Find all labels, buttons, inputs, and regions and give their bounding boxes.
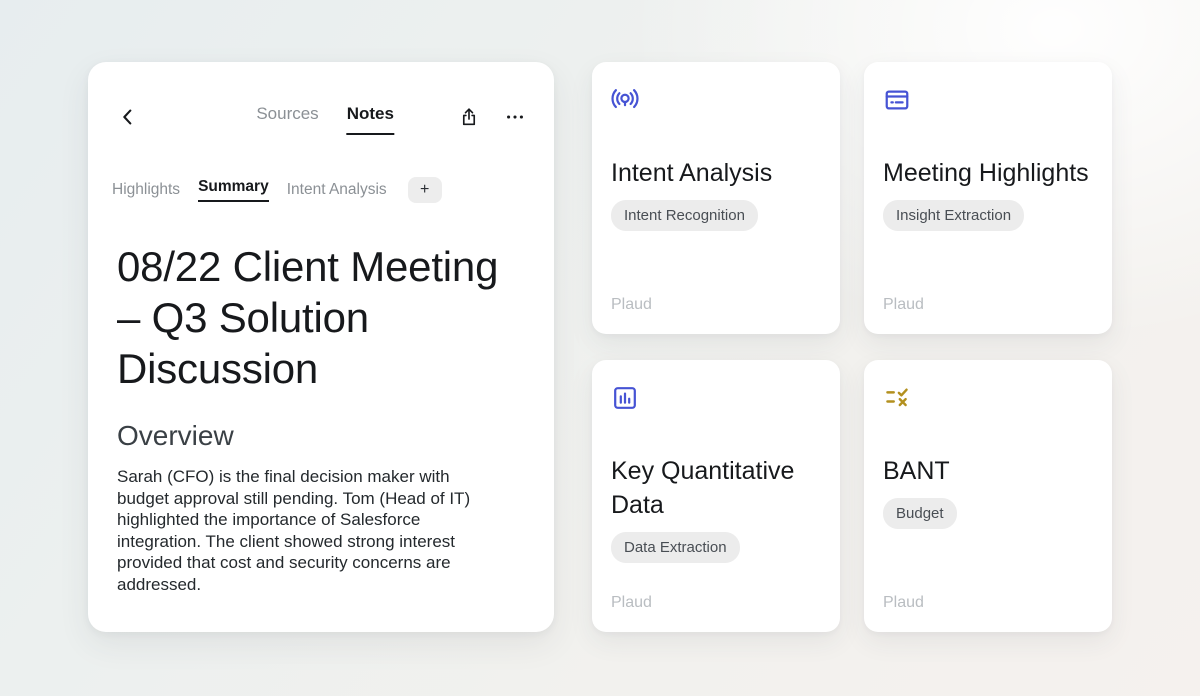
card-source-label: Plaud <box>883 296 924 314</box>
card-badge: Intent Recognition <box>611 200 758 231</box>
section-heading-overview: Overview <box>117 420 524 452</box>
card-title: Key Quantitative Data <box>611 454 820 522</box>
card-meeting-highlights[interactable]: Meeting Highlights Insight Extraction Pl… <box>864 62 1112 334</box>
card-badge: Insight Extraction <box>883 200 1024 231</box>
card-title: BANT <box>883 454 950 488</box>
card-title: Intent Analysis <box>611 156 772 190</box>
back-button[interactable] <box>114 103 142 131</box>
card-source-label: Plaud <box>611 296 652 314</box>
card-bant[interactable]: BANT Budget Plaud <box>864 360 1112 632</box>
tab-highlights[interactable]: Highlights <box>112 181 180 199</box>
list-window-icon <box>883 86 911 114</box>
top-tab-bar: Sources Notes <box>256 104 394 135</box>
card-badge: Budget <box>883 498 957 529</box>
card-source-label: Plaud <box>611 594 652 612</box>
template-card-grid: Intent Analysis Intent Recognition Plaud… <box>592 62 1112 632</box>
note-panel-header: Sources Notes <box>118 104 524 130</box>
card-badge: Data Extraction <box>611 532 740 563</box>
card-title: Meeting Highlights <box>883 156 1089 190</box>
note-body-text: Sarah (CFO) is the final decision maker … <box>117 466 495 595</box>
note-tab-bar: Highlights Summary Intent Analysis + <box>112 177 530 203</box>
tab-sources[interactable]: Sources <box>256 104 318 124</box>
card-intent-analysis[interactable]: Intent Analysis Intent Recognition Plaud <box>592 62 840 334</box>
card-key-quantitative-data[interactable]: Key Quantitative Data Data Extraction Pl… <box>592 360 840 632</box>
tab-summary[interactable]: Summary <box>198 178 269 202</box>
note-title: 08/22 Client Meeting – Q3 Solution Discu… <box>117 241 521 394</box>
desktop-background: Sources Notes <box>0 0 1200 696</box>
share-icon <box>458 106 480 128</box>
ellipsis-icon <box>504 106 526 128</box>
share-button[interactable] <box>454 102 484 132</box>
chevron-left-icon <box>117 106 139 128</box>
intent-radar-icon <box>611 86 639 114</box>
bar-chart-icon <box>611 384 639 412</box>
add-tab-button[interactable]: + <box>408 177 442 203</box>
card-source-label: Plaud <box>883 594 924 612</box>
header-actions <box>454 102 530 132</box>
note-panel: Sources Notes <box>88 62 554 632</box>
checklist-icon <box>883 384 911 412</box>
tab-notes[interactable]: Notes <box>347 104 394 135</box>
tab-intent-analysis[interactable]: Intent Analysis <box>287 181 387 199</box>
more-button[interactable] <box>500 102 530 132</box>
